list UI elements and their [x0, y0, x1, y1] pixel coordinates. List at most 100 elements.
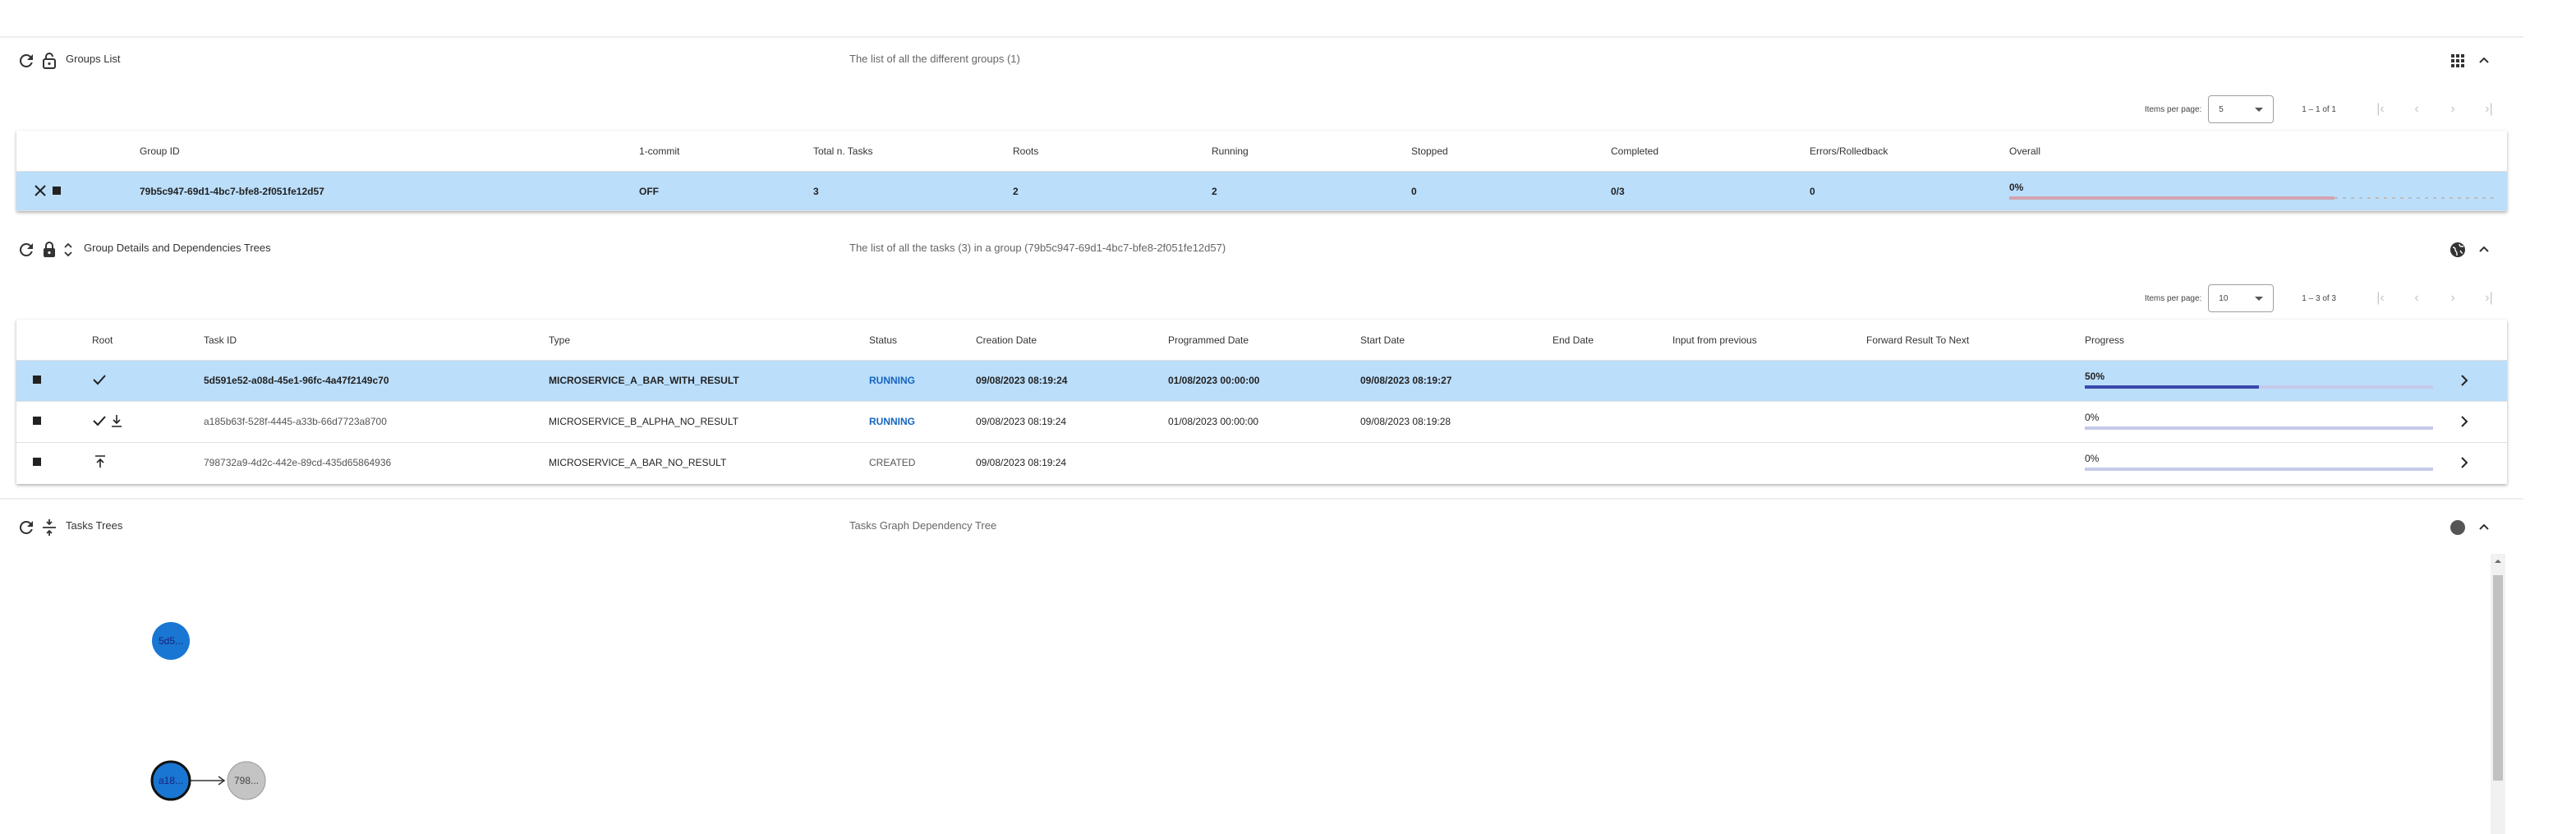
table-header: Root Task ID Type Status Creation Date P… — [16, 320, 2507, 361]
node-label: 5d5... — [159, 635, 183, 647]
one-commit-cell: OFF — [639, 186, 659, 197]
previous-page-icon[interactable]: ‹ — [2405, 98, 2428, 121]
lock-open-icon[interactable] — [39, 51, 59, 71]
apps-grid-icon[interactable] — [2448, 51, 2468, 71]
column-header-total-tasks[interactable]: Total n. Tasks — [813, 145, 872, 157]
column-header-overall[interactable]: Overall — [2009, 145, 2040, 157]
scroll-up-icon[interactable] — [2491, 554, 2505, 569]
circle-icon[interactable] — [2448, 518, 2468, 537]
chevron-right-icon[interactable] — [2456, 413, 2472, 430]
items-per-page-label: Items per page: — [2144, 104, 2202, 114]
first-page-icon[interactable]: |‹ — [2369, 98, 2392, 121]
globe-icon[interactable] — [2448, 240, 2468, 260]
column-header-stopped[interactable]: Stopped — [1411, 145, 1448, 157]
panel-title: Tasks Trees — [66, 519, 123, 532]
column-header-status[interactable]: Status — [869, 334, 897, 346]
column-header-running[interactable]: Running — [1212, 145, 1249, 157]
table-row[interactable]: a185b63f-528f-4445-a33b-66d7723a8700 MIC… — [16, 402, 2507, 443]
previous-page-icon[interactable]: ‹ — [2405, 287, 2428, 310]
chevron-up-icon[interactable] — [2474, 51, 2494, 71]
divider — [0, 498, 2523, 500]
column-header-completed[interactable]: Completed — [1611, 145, 1658, 157]
groups-table: Group ID 1-commit Total n. Tasks Roots R… — [16, 131, 2507, 211]
column-header-root[interactable]: Root — [92, 334, 113, 346]
column-header-roots[interactable]: Roots — [1013, 145, 1038, 157]
column-header-type[interactable]: Type — [549, 334, 570, 346]
status-badge: RUNNING — [869, 375, 915, 386]
groups-panel-header: Groups List The list of all the differen… — [0, 38, 2523, 84]
panel-description: The list of all the different groups (1) — [849, 53, 1020, 65]
creation-date-cell: 09/08/2023 08:19:24 — [976, 457, 1067, 468]
scrollbar-thumb[interactable] — [2493, 575, 2503, 781]
graph-node[interactable]: a18... — [150, 760, 191, 801]
table-row[interactable]: 5d591e52-a08d-45e1-96fc-4a47f2149c70 MIC… — [16, 361, 2507, 402]
panel-description: Tasks Graph Dependency Tree — [849, 519, 997, 532]
chevron-right-icon[interactable] — [2456, 454, 2472, 471]
status-badge: CREATED — [869, 457, 916, 468]
column-header-group-id[interactable]: Group ID — [140, 145, 180, 157]
column-header-one-commit[interactable]: 1-commit — [639, 145, 679, 157]
task-id-cell[interactable]: 798732a9-4d2c-442e-89cd-435d65864936 — [204, 457, 391, 468]
items-per-page-label: Items per page: — [2144, 293, 2202, 303]
refresh-icon[interactable] — [16, 240, 36, 260]
graph-node[interactable]: 5d5... — [152, 622, 190, 660]
refresh-icon[interactable] — [16, 518, 36, 537]
next-page-icon[interactable]: › — [2441, 287, 2464, 310]
column-header-progress[interactable]: Progress — [2085, 334, 2124, 346]
programmed-date-cell: 01/08/2023 00:00:00 — [1168, 416, 1259, 427]
group-id-cell[interactable]: 79b5c947-69d1-4bc7-bfe8-2f051fe12d57 — [140, 186, 324, 197]
column-header-creation-date[interactable]: Creation Date — [976, 334, 1037, 346]
refresh-icon[interactable] — [16, 51, 36, 71]
column-header-end-date[interactable]: End Date — [1552, 334, 1594, 346]
stop-icon[interactable] — [33, 458, 41, 466]
chevron-up-icon[interactable] — [2474, 240, 2494, 260]
next-page-icon[interactable]: › — [2441, 98, 2464, 121]
type-cell: MICROSERVICE_B_ALPHA_NO_RESULT — [549, 416, 738, 427]
column-header-programmed-date[interactable]: Programmed Date — [1168, 334, 1249, 346]
column-header-input-from-previous[interactable]: Input from previous — [1672, 334, 1757, 346]
progress-label: 0% — [2085, 453, 2100, 464]
items-per-page-select[interactable]: 5 — [2208, 95, 2275, 123]
details-panel: Group Details and Dependencies Trees The… — [0, 227, 2523, 498]
graph-node[interactable]: 798... — [227, 761, 266, 800]
lock-icon[interactable] — [39, 240, 59, 260]
running-cell: 2 — [1212, 186, 1217, 197]
paginator-range: 1 – 1 of 1 — [2302, 104, 2336, 114]
table-row[interactable]: 798732a9-4d2c-442e-89cd-435d65864936 MIC… — [16, 443, 2507, 484]
vertical-scrollbar[interactable] — [2491, 554, 2505, 834]
column-header-start-date[interactable]: Start Date — [1360, 334, 1405, 346]
page-title: Groups List — [66, 53, 121, 65]
dropdown-caret-icon — [2255, 297, 2264, 301]
chevron-right-icon[interactable] — [2456, 372, 2472, 389]
start-date-cell: 09/08/2023 08:19:28 — [1360, 416, 1451, 427]
task-id-cell[interactable]: a185b63f-528f-4445-a33b-66d7723a8700 — [204, 416, 387, 427]
start-date-cell: 09/08/2023 08:19:27 — [1360, 375, 1452, 386]
last-page-icon[interactable]: ›| — [2477, 287, 2500, 310]
dropdown-caret-icon — [2255, 108, 2264, 112]
progress-track — [2085, 468, 2433, 471]
groups-paginator: Items per page: 5 1 – 1 of 1 |‹ ‹ › ›| — [2145, 95, 2500, 123]
column-header-forward-result[interactable]: Forward Result To Next — [1866, 334, 1969, 346]
stop-icon[interactable] — [53, 187, 61, 195]
items-per-page-select[interactable]: 10 — [2208, 284, 2275, 312]
app-page: Groups List The list of all the differen… — [0, 0, 2576, 834]
check-icon — [92, 372, 107, 387]
first-page-icon[interactable]: |‹ — [2369, 287, 2392, 310]
column-header-errors[interactable]: Errors/Rolledback — [1810, 145, 1888, 157]
completed-cell: 0/3 — [1611, 186, 1625, 197]
stop-icon[interactable] — [33, 376, 41, 384]
vertical-align-bottom-icon — [110, 412, 123, 429]
panel-description: The list of all the tasks (3) in a group… — [849, 242, 1226, 254]
creation-date-cell: 09/08/2023 08:19:24 — [976, 375, 1068, 386]
vertical-split-icon[interactable] — [39, 518, 59, 537]
table-row[interactable]: 79b5c947-69d1-4bc7-bfe8-2f051fe12d57 OFF… — [16, 172, 2507, 211]
trees-panel: Tasks Trees Tasks Graph Dependency Tree — [0, 505, 2523, 554]
column-header-task-id[interactable]: Task ID — [204, 334, 237, 346]
close-icon[interactable] — [33, 183, 48, 198]
task-id-cell[interactable]: 5d591e52-a08d-45e1-96fc-4a47f2149c70 — [204, 375, 389, 386]
stop-icon[interactable] — [33, 417, 41, 425]
unfold-icon[interactable] — [62, 240, 74, 260]
chevron-up-icon[interactable] — [2474, 518, 2494, 537]
last-page-icon[interactable]: ›| — [2477, 98, 2500, 121]
programmed-date-cell: 01/08/2023 00:00:00 — [1168, 375, 1260, 386]
